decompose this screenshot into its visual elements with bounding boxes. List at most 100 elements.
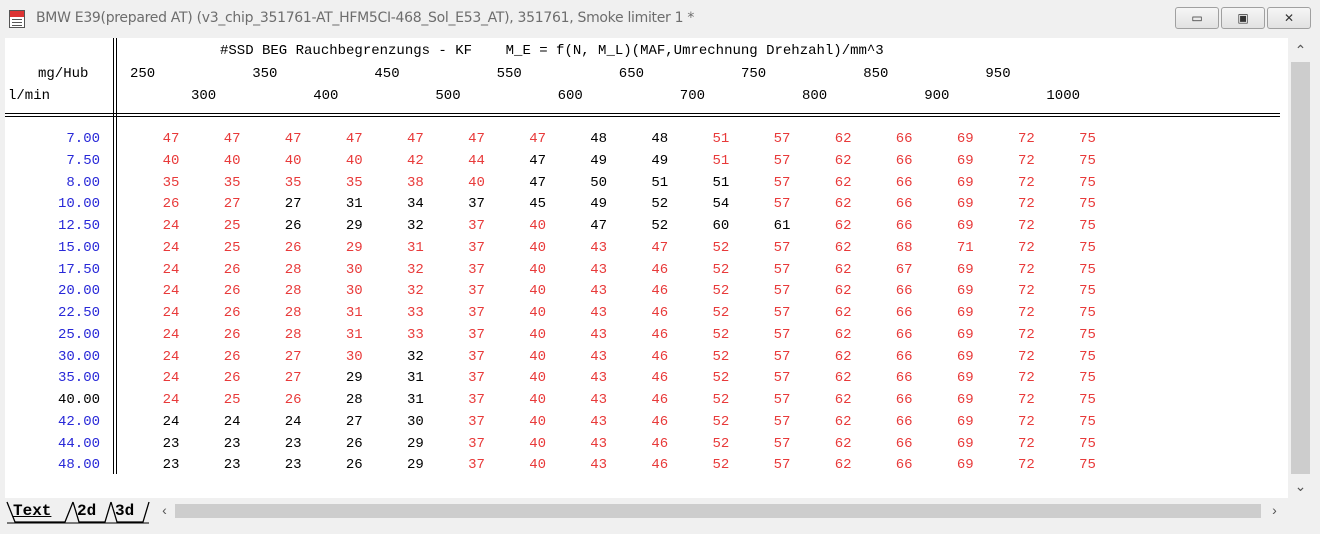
map-cell[interactable]: 40 bbox=[156, 152, 186, 170]
map-cell[interactable]: 75 bbox=[1073, 348, 1103, 366]
map-cell[interactable]: 72 bbox=[1011, 195, 1041, 213]
map-cell[interactable]: 35 bbox=[217, 174, 247, 192]
map-cell[interactable]: 46 bbox=[645, 304, 675, 322]
map-cell[interactable]: 57 bbox=[767, 413, 797, 431]
map-cell[interactable]: 37 bbox=[462, 435, 492, 453]
map-cell[interactable]: 69 bbox=[950, 326, 980, 344]
map-cell[interactable]: 57 bbox=[767, 348, 797, 366]
map-cell[interactable]: 62 bbox=[828, 239, 858, 257]
map-cell[interactable]: 69 bbox=[950, 195, 980, 213]
map-cell[interactable]: 47 bbox=[278, 130, 308, 148]
map-cell[interactable]: 37 bbox=[462, 456, 492, 474]
map-cell[interactable]: 27 bbox=[278, 348, 308, 366]
map-cell[interactable]: 43 bbox=[584, 369, 614, 387]
map-cell[interactable]: 28 bbox=[278, 282, 308, 300]
map-cell[interactable]: 37 bbox=[462, 195, 492, 213]
map-cell[interactable]: 66 bbox=[889, 456, 919, 474]
map-cell[interactable]: 62 bbox=[828, 152, 858, 170]
map-cell[interactable]: 32 bbox=[400, 261, 430, 279]
map-cell[interactable]: 52 bbox=[706, 261, 736, 279]
map-cell[interactable]: 29 bbox=[339, 217, 369, 235]
map-cell[interactable]: 23 bbox=[217, 435, 247, 453]
map-cell[interactable]: 66 bbox=[889, 130, 919, 148]
map-cell[interactable]: 75 bbox=[1073, 282, 1103, 300]
map-cell[interactable]: 32 bbox=[400, 282, 430, 300]
map-cell[interactable]: 62 bbox=[828, 326, 858, 344]
map-cell[interactable]: 69 bbox=[950, 217, 980, 235]
map-cell[interactable]: 40 bbox=[217, 152, 247, 170]
map-cell[interactable]: 26 bbox=[217, 261, 247, 279]
map-cell[interactable]: 52 bbox=[706, 369, 736, 387]
map-cell[interactable]: 52 bbox=[706, 239, 736, 257]
map-cell[interactable]: 66 bbox=[889, 348, 919, 366]
map-cell[interactable]: 46 bbox=[645, 369, 675, 387]
map-cell[interactable]: 25 bbox=[217, 239, 247, 257]
map-cell[interactable]: 62 bbox=[828, 435, 858, 453]
map-cell[interactable]: 66 bbox=[889, 152, 919, 170]
minimize-button[interactable]: ▭ bbox=[1175, 7, 1219, 29]
map-cell[interactable]: 52 bbox=[645, 195, 675, 213]
map-cell[interactable]: 57 bbox=[767, 369, 797, 387]
map-cell[interactable]: 37 bbox=[462, 348, 492, 366]
horizontal-scrollbar[interactable]: ‹ › bbox=[153, 500, 1288, 522]
map-cell[interactable]: 72 bbox=[1011, 391, 1041, 409]
map-cell[interactable]: 37 bbox=[462, 217, 492, 235]
map-cell[interactable]: 66 bbox=[889, 217, 919, 235]
map-cell[interactable]: 23 bbox=[156, 435, 186, 453]
map-cell[interactable]: 68 bbox=[889, 239, 919, 257]
map-cell[interactable]: 24 bbox=[156, 239, 186, 257]
scroll-left-icon[interactable]: ‹ bbox=[155, 502, 174, 518]
map-cell[interactable]: 62 bbox=[828, 456, 858, 474]
map-cell[interactable]: 26 bbox=[217, 304, 247, 322]
map-cell[interactable]: 66 bbox=[889, 195, 919, 213]
map-cell[interactable]: 26 bbox=[156, 195, 186, 213]
map-cell[interactable]: 48 bbox=[584, 130, 614, 148]
map-cell[interactable]: 30 bbox=[339, 348, 369, 366]
map-cell[interactable]: 33 bbox=[400, 326, 430, 344]
map-cell[interactable]: 29 bbox=[400, 435, 430, 453]
map-cell[interactable]: 69 bbox=[950, 435, 980, 453]
map-cell[interactable]: 43 bbox=[584, 304, 614, 322]
map-cell[interactable]: 52 bbox=[706, 391, 736, 409]
map-cell[interactable]: 30 bbox=[339, 261, 369, 279]
map-cell[interactable]: 57 bbox=[767, 261, 797, 279]
vertical-scroll-thumb[interactable] bbox=[1291, 62, 1310, 474]
map-cell[interactable]: 75 bbox=[1073, 369, 1103, 387]
map-cell[interactable]: 46 bbox=[645, 282, 675, 300]
map-cell[interactable]: 62 bbox=[828, 195, 858, 213]
map-cell[interactable]: 40 bbox=[523, 282, 553, 300]
map-cell[interactable]: 75 bbox=[1073, 217, 1103, 235]
map-cell[interactable]: 40 bbox=[523, 369, 553, 387]
map-cell[interactable]: 29 bbox=[339, 239, 369, 257]
map-cell[interactable]: 52 bbox=[645, 217, 675, 235]
map-cell[interactable]: 46 bbox=[645, 391, 675, 409]
map-cell[interactable]: 42 bbox=[400, 152, 430, 170]
scroll-right-icon[interactable]: › bbox=[1265, 502, 1284, 518]
map-cell[interactable]: 75 bbox=[1073, 456, 1103, 474]
map-cell[interactable]: 26 bbox=[339, 456, 369, 474]
map-text-view[interactable]: #SSD BEG Rauchbegrenzungs - KF M_E = f(N… bbox=[5, 38, 1288, 498]
map-cell[interactable]: 62 bbox=[828, 174, 858, 192]
map-cell[interactable]: 62 bbox=[828, 369, 858, 387]
map-cell[interactable]: 72 bbox=[1011, 348, 1041, 366]
maximize-button[interactable]: ▣ bbox=[1221, 7, 1265, 29]
map-cell[interactable]: 24 bbox=[156, 326, 186, 344]
map-cell[interactable]: 72 bbox=[1011, 456, 1041, 474]
map-cell[interactable]: 69 bbox=[950, 130, 980, 148]
map-cell[interactable]: 69 bbox=[950, 348, 980, 366]
map-cell[interactable]: 28 bbox=[278, 304, 308, 322]
map-cell[interactable]: 62 bbox=[828, 130, 858, 148]
map-cell[interactable]: 25 bbox=[217, 391, 247, 409]
map-cell[interactable]: 26 bbox=[217, 348, 247, 366]
map-cell[interactable]: 24 bbox=[156, 217, 186, 235]
map-cell[interactable]: 35 bbox=[339, 174, 369, 192]
map-cell[interactable]: 43 bbox=[584, 413, 614, 431]
map-cell[interactable]: 28 bbox=[278, 326, 308, 344]
map-cell[interactable]: 40 bbox=[523, 435, 553, 453]
map-cell[interactable]: 62 bbox=[828, 413, 858, 431]
map-cell[interactable]: 31 bbox=[400, 369, 430, 387]
map-cell[interactable]: 47 bbox=[339, 130, 369, 148]
map-cell[interactable]: 75 bbox=[1073, 261, 1103, 279]
map-cell[interactable]: 72 bbox=[1011, 217, 1041, 235]
map-cell[interactable]: 28 bbox=[339, 391, 369, 409]
